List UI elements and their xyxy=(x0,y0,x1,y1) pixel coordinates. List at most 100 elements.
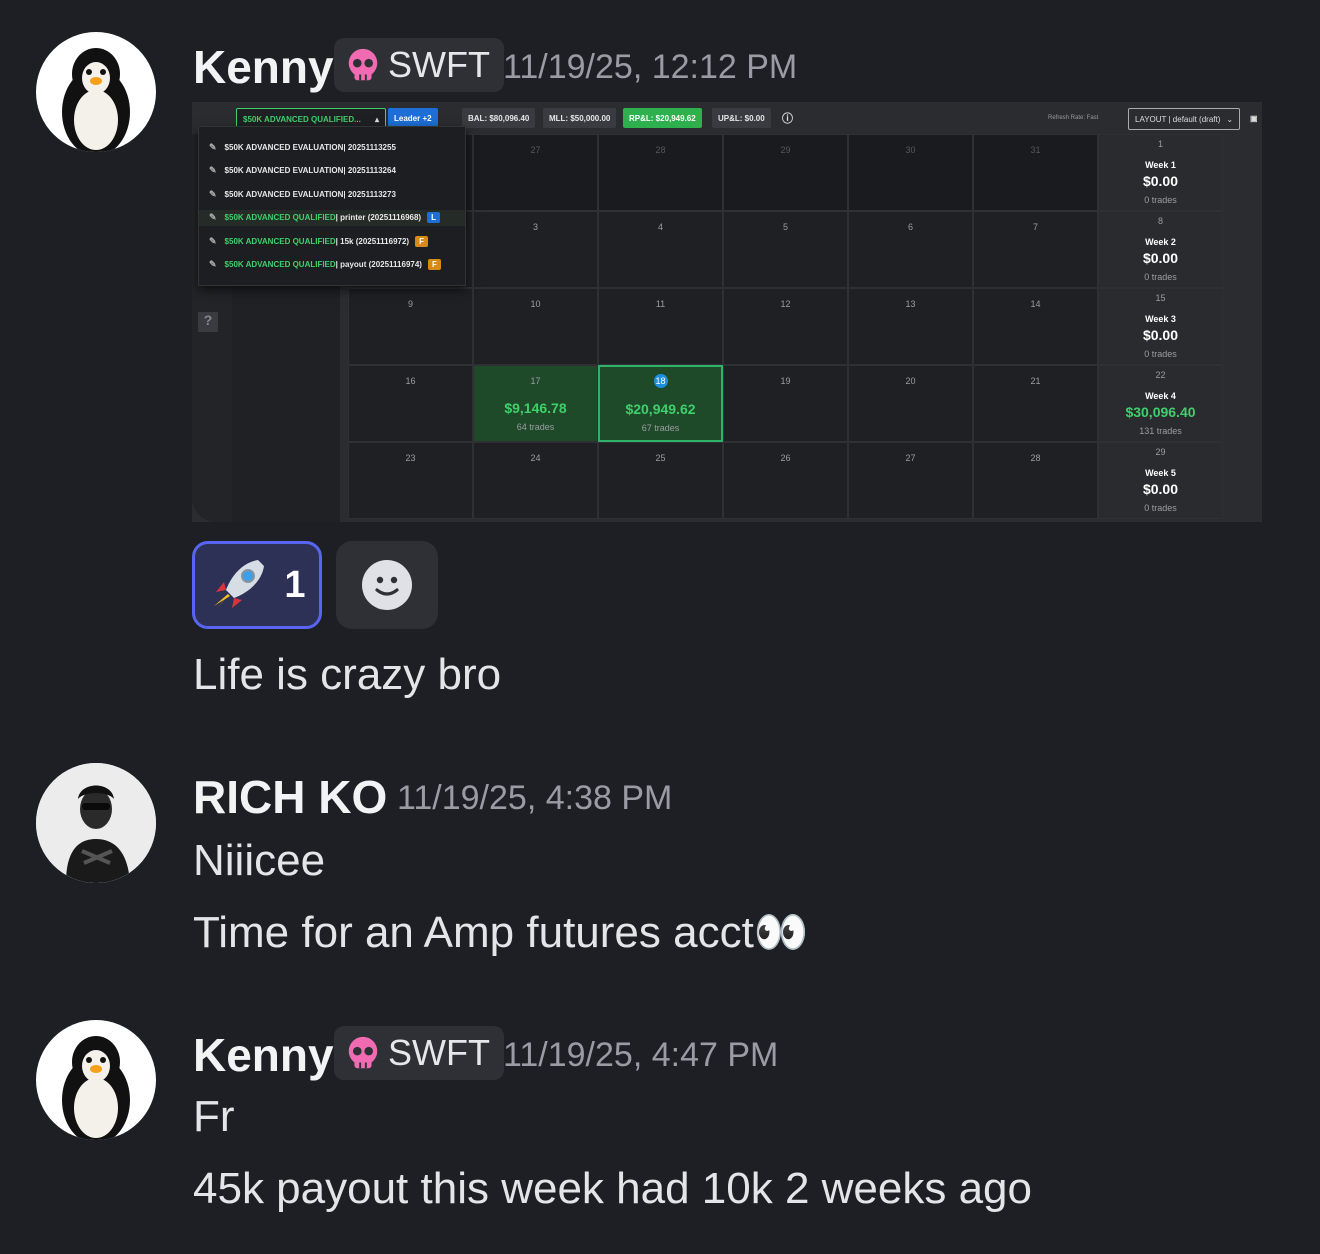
week-label: Week 2 xyxy=(1145,237,1176,247)
week-pnl: $0.00 xyxy=(1142,327,1179,343)
avatar[interactable] xyxy=(36,32,156,152)
day-number: 29 xyxy=(780,145,791,155)
day-number: 18 xyxy=(600,374,721,388)
info-icon[interactable]: ⓘ xyxy=(776,108,799,128)
day-number: 5 xyxy=(782,222,788,232)
day-number: 4 xyxy=(657,222,663,232)
calendar-day[interactable]: 27 xyxy=(848,442,973,519)
account-option[interactable]: ✎ $50K ADVANCED QUALIFIED | payout (20251… xyxy=(209,257,441,273)
account-option-name: $50K ADVANCED QUALIFIED xyxy=(224,260,336,269)
account-option[interactable]: ✎ $50K ADVANCED EVALUATION | 20251113273 xyxy=(209,186,396,202)
layout-select[interactable]: LAYOUT | default (draft) ⌄ xyxy=(1128,108,1241,130)
day-number: 28 xyxy=(1030,453,1041,463)
calendar-day[interactable]: 28 xyxy=(973,442,1098,519)
day-number: 9 xyxy=(407,299,413,309)
account-option-name: $50K ADVANCED EVALUATION xyxy=(224,189,344,199)
day-number: 11 xyxy=(655,299,666,309)
server-tag[interactable]: SWFT xyxy=(334,1026,504,1080)
calendar-day[interactable]: 7 xyxy=(973,211,1098,288)
day-trades: 67 trades xyxy=(641,423,680,433)
username[interactable]: Kenny xyxy=(193,1028,334,1082)
day-number: 26 xyxy=(780,453,791,463)
calendar-day[interactable]: 16 xyxy=(348,365,473,442)
pencil-icon[interactable]: ✎ xyxy=(209,189,217,200)
day-number: 23 xyxy=(405,453,416,463)
calendar-day[interactable]: 31 xyxy=(973,134,1098,211)
week-day-number: 8 xyxy=(1157,216,1163,226)
calendar-day[interactable]: 3 xyxy=(473,211,598,288)
week-pnl: $0.00 xyxy=(1142,173,1179,189)
attached-screenshot[interactable]: $50K ADVANCED QUALIFIED... ▴ Leader +2 B… xyxy=(192,102,1262,522)
calendar-day[interactable]: 29 xyxy=(723,134,848,211)
calendar-day[interactable]: 9 xyxy=(348,288,473,365)
help-icon[interactable]: ? xyxy=(198,312,218,332)
account-option[interactable]: ✎ $50K ADVANCED QUALIFIED | 15k (20251116… xyxy=(209,233,428,249)
calendar-day[interactable]: 25 xyxy=(598,442,723,519)
calendar-day[interactable]: 23 xyxy=(348,442,473,519)
account-badge: F xyxy=(415,235,428,247)
week-day-number: 15 xyxy=(1155,293,1166,303)
calendar-day[interactable]: 10 xyxy=(473,288,598,365)
calendar-day[interactable]: 13 xyxy=(848,288,973,365)
server-tag[interactable]: SWFT xyxy=(334,38,504,92)
message-text: Fr xyxy=(193,1092,235,1141)
week-trades: 131 trades xyxy=(1139,426,1182,436)
calendar-day[interactable]: 14 xyxy=(973,288,1098,365)
week-day-number: 22 xyxy=(1155,370,1166,380)
save-icon[interactable]: ▣ xyxy=(1244,108,1262,128)
calendar-day[interactable]: 30 xyxy=(848,134,973,211)
avatar[interactable] xyxy=(36,763,156,883)
message-text: Time for an Amp futures acct👀 xyxy=(193,908,809,957)
calendar-day[interactable]: 18 $20,949.62 67 trades xyxy=(598,365,723,442)
calendar-day[interactable]: 21 xyxy=(973,365,1098,442)
calendar-day[interactable]: 19 xyxy=(723,365,848,442)
pencil-icon[interactable]: ✎ xyxy=(209,165,217,176)
today-badge: 18 xyxy=(653,374,668,388)
day-number: 14 xyxy=(1030,299,1041,309)
calendar-day[interactable]: 4 xyxy=(598,211,723,288)
pencil-icon[interactable]: ✎ xyxy=(209,259,217,270)
pencil-icon[interactable]: ✎ xyxy=(209,236,217,247)
username[interactable]: Kenny xyxy=(193,40,334,94)
avatar[interactable] xyxy=(36,1020,156,1140)
calendar-day[interactable]: 11 xyxy=(598,288,723,365)
account-option[interactable]: ✎ $50K ADVANCED EVALUATION | 20251113264 xyxy=(209,163,396,179)
add-reaction-icon xyxy=(362,560,412,610)
account-option-id: | 20251113273 xyxy=(343,189,396,199)
day-number: 16 xyxy=(405,376,416,386)
leader-button[interactable]: Leader +2 xyxy=(388,108,438,128)
skull-icon xyxy=(348,1036,378,1069)
timestamp: 11/19/25, 12:12 PM xyxy=(503,48,798,86)
penguin-avatar-icon xyxy=(36,1020,156,1140)
calendar-day[interactable]: 24 xyxy=(473,442,598,519)
account-option[interactable]: ✎ $50K ADVANCED EVALUATION | 20251113255 xyxy=(209,139,396,155)
calendar-day[interactable]: 20 xyxy=(848,365,973,442)
reaction-rocket[interactable]: 1 xyxy=(192,541,322,629)
week-summary: 29 Week 5 $0.00 0 trades xyxy=(1098,442,1223,519)
pencil-icon[interactable]: ✎ xyxy=(209,212,217,223)
pencil-icon[interactable]: ✎ xyxy=(209,142,217,153)
account-option-name: $50K ADVANCED QUALIFIED xyxy=(224,213,336,222)
account-option-name: $50K ADVANCED EVALUATION xyxy=(224,142,344,152)
pnl-calendar: 27 28 29 30 31 1 Week 1 $0.00 0 trades 3 4 5 6 7 8 Week… xyxy=(348,134,1233,522)
week-day-number: 1 xyxy=(1157,139,1163,149)
calendar-day[interactable]: 6 xyxy=(848,211,973,288)
week-pnl: $0.00 xyxy=(1142,481,1179,497)
calendar-day[interactable]: 5 xyxy=(723,211,848,288)
calendar-day[interactable]: 27 xyxy=(473,134,598,211)
username[interactable]: RICH KO xyxy=(193,770,387,824)
calendar-day[interactable]: 28 xyxy=(598,134,723,211)
day-number: 17 xyxy=(530,376,541,386)
week-summary: 1 Week 1 $0.00 0 trades xyxy=(1098,134,1223,211)
calendar-day[interactable]: 17 $9,146.78 64 trades xyxy=(473,365,598,442)
caret-up-icon: ▴ xyxy=(374,114,379,124)
add-reaction-button[interactable] xyxy=(336,541,438,629)
account-option-id: | printer (20251116968) xyxy=(335,213,422,222)
week-label: Week 4 xyxy=(1145,391,1176,401)
calendar-day[interactable]: 26 xyxy=(723,442,848,519)
account-option[interactable]: ✎ $50K ADVANCED QUALIFIED | printer (2025… xyxy=(199,209,465,226)
account-badge: F xyxy=(427,259,441,270)
server-tag-label: SWFT xyxy=(388,1032,490,1073)
calendar-day[interactable]: 12 xyxy=(723,288,848,365)
account-dropdown: ✎ $50K ADVANCED EVALUATION | 20251113255 ✎… xyxy=(198,126,466,286)
